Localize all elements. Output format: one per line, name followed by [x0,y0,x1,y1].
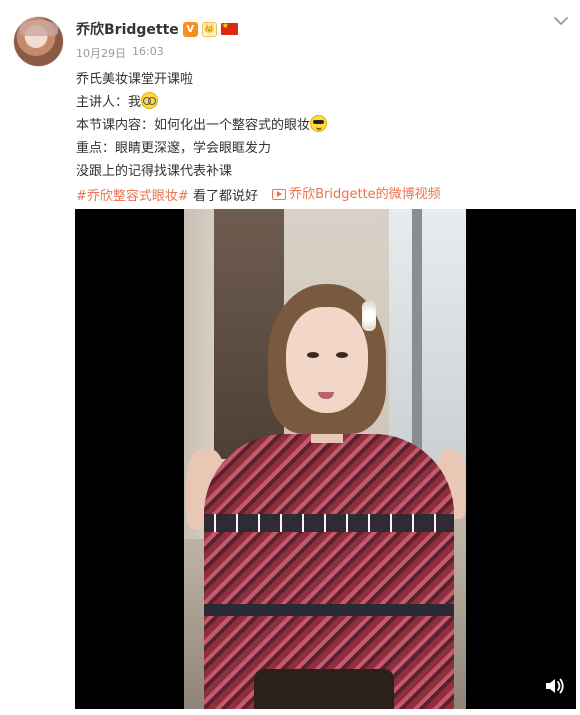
video-link-label: 乔欣Bridgette的微博视频 [289,187,441,202]
glasses-emoji-icon [141,92,159,109]
video-scene [204,514,454,532]
post-header: 乔欣Bridgette V 👑 [76,18,540,40]
video-icon [272,189,287,200]
video-scene [204,434,454,709]
video-scene [362,301,376,331]
verified-badge-icon[interactable]: V [182,21,198,37]
post-line: 没跟上的记得找课代表补课 [76,160,560,183]
chevron-down-icon[interactable] [552,14,570,28]
post-line-text: 乔氏美妆课堂开课啦 [76,72,194,87]
post-text: 乔氏美妆课堂开课啦 主讲人：我 本节课内容：如何化出一个整容式的眼妆 重点：眼睛… [76,68,560,206]
post-tags-line: #乔欣整容式眼妆# 看了都说好 乔欣Bridgette的微博视频 [76,183,560,206]
crown-badge-icon[interactable]: 👑 [201,21,217,37]
author-name[interactable]: 乔欣Bridgette [76,19,179,39]
post-line-text: 没跟上的记得找课代表补课 [76,164,233,179]
sunglasses-emoji-icon [310,115,328,132]
avatar[interactable] [13,16,64,67]
post-meta: 10月29日 16:03 [76,45,164,61]
hashtag-link[interactable]: #乔欣整容式眼妆# [76,189,189,204]
post-line: 主讲人：我 [76,91,560,114]
post-line-text: 本节课内容：如何化出一个整容式的眼妆 [76,118,311,133]
hashtag-suffix: 看了都说好 [192,189,258,204]
video-frame [184,209,466,709]
video-scene [336,352,348,358]
speaker-icon[interactable] [544,677,566,695]
video-scene [204,604,454,616]
video-player[interactable] [75,209,576,709]
post-line-text: 主讲人：我 [76,95,142,110]
post-time[interactable]: 16:03 [132,45,164,61]
china-flag-icon[interactable] [220,21,238,35]
post-line: 本节课内容：如何化出一个整容式的眼妆 [76,114,560,137]
video-link[interactable]: 乔欣Bridgette的微博视频 [272,183,441,206]
post-date[interactable]: 10月29日 [76,45,126,61]
avatar-image [20,20,58,36]
post-line-text: 重点：眼睛更深邃，学会眼眶发力 [76,141,272,156]
video-scene [307,352,319,358]
post-line: 乔氏美妆课堂开课啦 [76,68,560,91]
post-line: 重点：眼睛更深邃，学会眼眶发力 [76,137,560,160]
video-scene [254,669,394,709]
